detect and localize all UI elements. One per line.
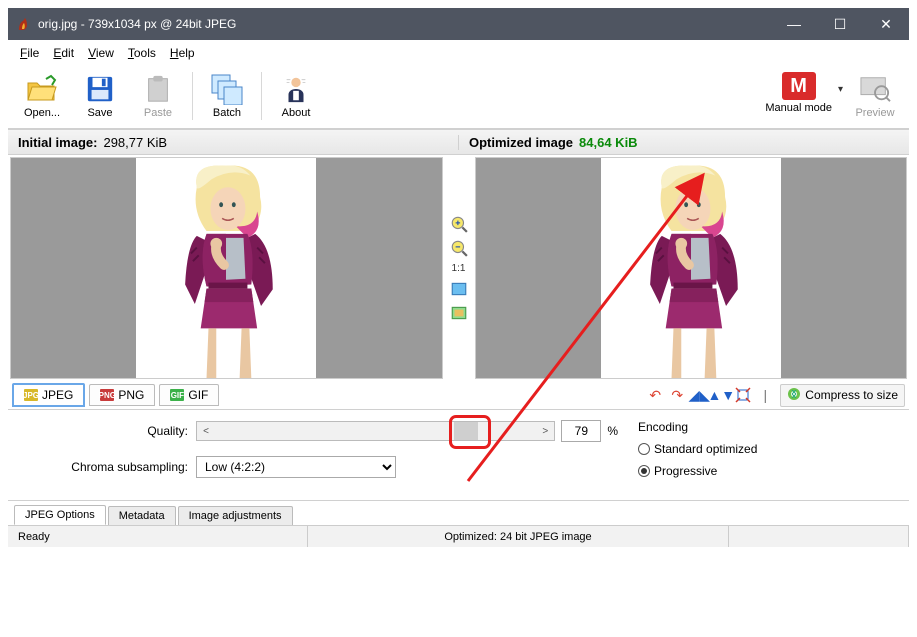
close-button[interactable]: ✕ xyxy=(863,8,909,40)
menu-view[interactable]: View xyxy=(82,44,120,62)
toolbar-separator xyxy=(192,72,193,120)
open-icon xyxy=(25,73,59,105)
size-bar: Initial image: 298,77 KiB Optimized imag… xyxy=(8,129,909,155)
statusbar: Ready Optimized: 24 bit JPEG image xyxy=(8,525,909,547)
encoding-standard-radio[interactable]: Standard optimized xyxy=(638,442,868,456)
gif-icon: GIF xyxy=(170,389,184,401)
about-button[interactable]: About xyxy=(268,70,324,122)
initial-image-label: Initial image: xyxy=(18,135,97,150)
titlebar: orig.jpg - 739x1034 px @ 24bit JPEG — ☐ … xyxy=(8,8,909,40)
preview-row: 1:1 xyxy=(8,155,909,381)
tab-gif[interactable]: GIF GIF xyxy=(159,384,219,406)
initial-preview-pane[interactable] xyxy=(10,157,443,379)
status-ready: Ready xyxy=(8,526,308,547)
toolbar-separator-2 xyxy=(261,72,262,120)
quality-value-input[interactable] xyxy=(561,420,601,442)
menu-file[interactable]: File xyxy=(14,44,45,62)
minimize-button[interactable]: — xyxy=(771,8,817,40)
save-icon xyxy=(83,73,117,105)
save-button[interactable]: Save xyxy=(72,70,128,122)
optimized-image xyxy=(601,158,781,378)
app-window: orig.jpg - 739x1034 px @ 24bit JPEG — ☐ … xyxy=(0,0,917,637)
quality-slider-thumb[interactable] xyxy=(454,422,478,440)
status-optimized: Optimized: 24 bit JPEG image xyxy=(308,526,729,547)
fit-screen-icon[interactable] xyxy=(450,304,468,322)
fit-width-icon[interactable] xyxy=(450,280,468,298)
flip-horizontal-icon[interactable]: ◢◣ xyxy=(689,385,709,405)
radio-selected-icon xyxy=(638,465,650,477)
mode-button[interactable]: M Manual mode xyxy=(763,70,834,116)
jpeg-icon: JPG xyxy=(24,389,38,401)
app-icon xyxy=(16,16,32,32)
zoom-in-icon[interactable] xyxy=(450,215,468,233)
tab-metadata[interactable]: Metadata xyxy=(108,506,176,525)
preview-button[interactable]: Preview xyxy=(847,70,903,122)
encoding-progressive-radio[interactable]: Progressive xyxy=(638,464,868,478)
preview-icon xyxy=(858,73,892,105)
about-icon xyxy=(279,73,313,105)
chroma-label: Chroma subsampling: xyxy=(28,460,188,474)
slider-right-arrow-icon[interactable]: > xyxy=(536,422,554,440)
png-icon: PNG xyxy=(100,389,114,401)
resize-icon[interactable] xyxy=(733,385,753,405)
compress-to-size-button[interactable]: Compress to size xyxy=(780,384,905,407)
tab-png[interactable]: PNG PNG xyxy=(89,384,155,406)
optimized-image-size: 84,64 KiB xyxy=(579,135,638,150)
zoom-out-icon[interactable] xyxy=(450,239,468,257)
menu-edit[interactable]: Edit xyxy=(47,44,80,62)
rotate-ccw-icon[interactable]: ↶ xyxy=(645,385,665,405)
bottom-tabs: JPEG Options Metadata Image adjustments xyxy=(8,501,909,525)
radio-icon xyxy=(638,443,650,455)
format-tabs: JPG JPEG PNG PNG GIF GIF ↶ ↷ ◢◣ ▲▼ | Com… xyxy=(8,381,909,409)
zoom-ratio[interactable]: 1:1 xyxy=(452,263,466,274)
open-button[interactable]: Open... xyxy=(14,70,70,122)
jpeg-options-panel: Quality: < > % Chroma subsampling: Low (… xyxy=(8,409,909,501)
quality-percent-label: % xyxy=(607,424,618,438)
menubar: File Edit View Tools Help xyxy=(8,40,909,66)
encoding-label: Encoding xyxy=(638,420,868,434)
maximize-button[interactable]: ☐ xyxy=(817,8,863,40)
window-title: orig.jpg - 739x1034 px @ 24bit JPEG xyxy=(38,17,771,31)
status-right xyxy=(729,526,909,547)
tab-image-adjustments[interactable]: Image adjustments xyxy=(178,506,293,525)
menu-help[interactable]: Help xyxy=(164,44,201,62)
tab-jpeg[interactable]: JPG JPEG xyxy=(12,383,85,407)
batch-icon xyxy=(210,73,244,105)
preview-controls: 1:1 xyxy=(445,155,473,381)
quality-label: Quality: xyxy=(28,424,188,438)
mode-dropdown-arrow-icon[interactable]: ▾ xyxy=(836,72,845,115)
slider-left-arrow-icon[interactable]: < xyxy=(197,422,215,440)
chroma-select[interactable]: Low (4:2:2) xyxy=(196,456,396,478)
mode-m-icon: M xyxy=(782,72,816,100)
compress-icon xyxy=(787,387,801,404)
initial-image xyxy=(136,158,316,378)
paste-button[interactable]: Paste xyxy=(130,70,186,122)
rotate-cw-icon[interactable]: ↷ xyxy=(667,385,687,405)
toolbar: Open... Save Paste Batch xyxy=(8,66,909,129)
initial-image-size: 298,77 KiB xyxy=(103,135,167,150)
optimized-preview-pane[interactable] xyxy=(475,157,908,379)
divider: | xyxy=(755,385,775,405)
menu-tools[interactable]: Tools xyxy=(122,44,162,62)
batch-button[interactable]: Batch xyxy=(199,70,255,122)
paste-icon xyxy=(141,73,175,105)
tab-jpeg-options[interactable]: JPEG Options xyxy=(14,505,106,525)
optimized-image-label: Optimized image xyxy=(469,135,573,150)
quality-slider[interactable]: < > xyxy=(196,421,555,441)
flip-vertical-icon[interactable]: ▲▼ xyxy=(711,385,731,405)
